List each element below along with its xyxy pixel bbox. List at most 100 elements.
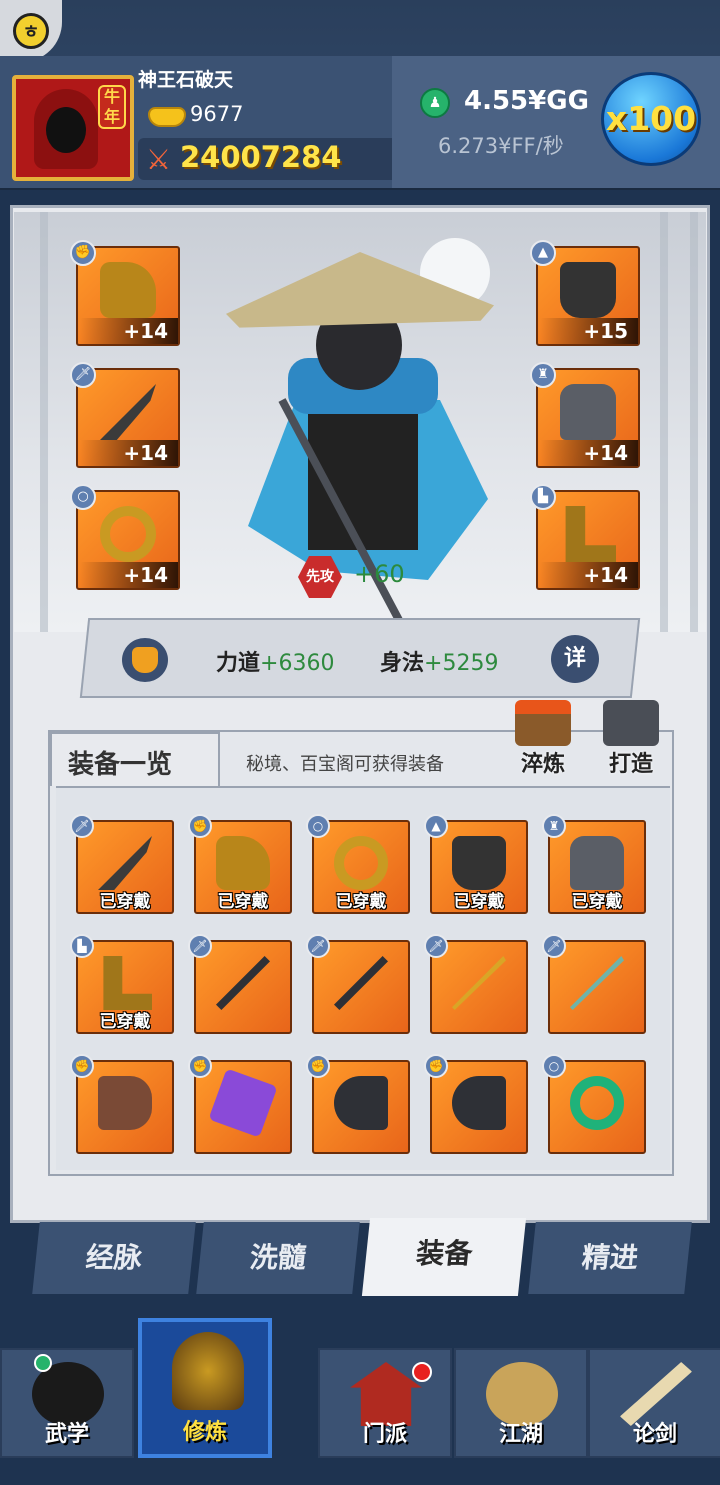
bamboo-decoration [40, 212, 48, 632]
gg-amount: 4.55¥GG [464, 86, 589, 116]
tab-marrow[interactable]: 洗髓 [196, 1222, 360, 1294]
equipment-item[interactable]: 🗡 [542, 934, 646, 1034]
notification-dot [34, 1354, 52, 1372]
gauntlet-type-icon: ✊ [70, 240, 96, 266]
tab-advance[interactable]: 精进 [528, 1222, 692, 1294]
iron-bracer-icon [334, 1076, 388, 1130]
strength-stat: 力道+6360 [216, 651, 335, 676]
sword-type-icon: 🗡 [424, 934, 448, 958]
equipment-item[interactable]: 🗡 已穿戴 [70, 814, 174, 914]
gold-ring-icon [334, 836, 388, 890]
avatar[interactable]: 牛年 [12, 75, 134, 181]
dragon-gauntlet-icon [100, 262, 156, 318]
robe-icon [122, 638, 168, 682]
nav-duel[interactable]: 论剑 [588, 1348, 720, 1458]
ff-rate: 6.273¥FF/秒 [438, 134, 564, 158]
slot-hat[interactable]: ▲ +15 [530, 240, 640, 348]
gauntlet-type-icon: ✊ [306, 1054, 330, 1078]
equipment-item[interactable]: 🗡 [306, 934, 410, 1034]
mascot-icon: ㅎ [13, 13, 49, 49]
slot-armor[interactable]: ♜ +14 [530, 362, 640, 470]
gauntlet-type-icon: ✊ [188, 1054, 212, 1078]
equipment-list-hint: 秘境、百宝阁可获得装备 [246, 754, 444, 775]
equipment-item[interactable]: ▲ 已穿戴 [424, 814, 528, 914]
power-value: 24007284 [180, 140, 342, 174]
tab-equipment[interactable]: 装备 [361, 1218, 527, 1296]
equipment-item[interactable]: ✊ [70, 1054, 174, 1154]
gold-ingot-icon [146, 101, 188, 129]
forge-button[interactable]: 打造 [596, 700, 666, 780]
gg-coin-icon: ♟ [420, 88, 450, 118]
equipment-item[interactable]: ✊ 已穿戴 [188, 814, 292, 914]
temper-button[interactable]: 淬炼 [508, 700, 578, 780]
boot-type-icon: ▙ [70, 934, 94, 958]
worn-label: 已穿戴 [571, 892, 623, 912]
initiative-badge: 先攻 +60 [298, 556, 418, 598]
ring-type-icon: ○ [70, 484, 96, 510]
sword-type-icon: 🗡 [306, 934, 330, 958]
armor-type-icon: ♜ [542, 814, 566, 838]
iron-armor-icon [570, 836, 624, 890]
iron-bracer-icon [452, 1076, 506, 1130]
hat-type-icon: ▲ [424, 814, 448, 838]
equipment-item[interactable]: ▙ 已穿戴 [70, 934, 174, 1034]
clay-bracer-icon [98, 1076, 152, 1130]
boot-type-icon: ▙ [530, 484, 556, 510]
bamboo-decoration [690, 212, 698, 632]
initiative-value: +60 [354, 560, 405, 588]
equipment-item[interactable]: ♜ 已穿戴 [542, 814, 646, 914]
gold-ring-icon [100, 506, 156, 562]
equipment-item[interactable]: ✊ [424, 1054, 528, 1154]
equipment-list-title: 装备一览 [68, 750, 173, 780]
ring-type-icon: ○ [542, 1054, 566, 1078]
slot-ring[interactable]: ○ +14 [70, 484, 180, 592]
equipment-item[interactable]: ○ [542, 1054, 646, 1154]
hero-character [218, 240, 498, 632]
anvil-hammer-icon [603, 700, 659, 746]
slot-gauntlet[interactable]: ✊ +14 [70, 240, 180, 348]
slot-weapon[interactable]: 🗡 +14 [70, 362, 180, 470]
equipment-item[interactable]: 🗡 [424, 934, 528, 1034]
equipment-item[interactable]: ✊ [188, 1054, 292, 1154]
worn-label: 已穿戴 [453, 892, 505, 912]
gold-amount: 9677 [190, 102, 244, 126]
worn-label: 已穿戴 [217, 892, 269, 912]
black-hat-icon [452, 836, 506, 890]
worn-label: 已穿戴 [99, 1012, 151, 1032]
agility-stat: 身法+5259 [380, 651, 499, 676]
iron-armor-icon [560, 384, 616, 440]
jade-ring-icon [570, 1076, 624, 1130]
bamboo-decoration [660, 212, 668, 632]
ring-type-icon: ○ [306, 814, 330, 838]
detail-button[interactable]: 详 [551, 635, 599, 683]
sword-type-icon: 🗡 [542, 934, 566, 958]
multiplier-button[interactable]: x100 [601, 72, 701, 166]
equipment-item[interactable]: ○ 已穿戴 [306, 814, 410, 914]
sword-type-icon: 🗡 [70, 362, 96, 388]
crossed-swords-icon: ⚔ [146, 143, 172, 176]
nav-martial-arts[interactable]: 武学 [0, 1348, 134, 1458]
nav-cultivation[interactable]: 修炼 [138, 1318, 272, 1458]
gauntlet-type-icon: ✊ [424, 1054, 448, 1078]
black-hat-icon [560, 262, 616, 318]
slot-boots[interactable]: ▙ +14 [530, 484, 640, 592]
armor-type-icon: ♜ [530, 362, 556, 388]
avatar-badge: 牛年 [98, 85, 126, 129]
player-name: 神王石破天 [138, 69, 234, 91]
notification-dot [412, 1362, 432, 1382]
sword-type-icon: 🗡 [188, 934, 212, 958]
meditation-icon [172, 1332, 244, 1410]
worn-label: 已穿戴 [99, 892, 151, 912]
tab-meridians[interactable]: 经脉 [32, 1222, 196, 1294]
hat-type-icon: ▲ [530, 240, 556, 266]
equipment-item[interactable]: ✊ [306, 1054, 410, 1154]
nav-jianghu[interactable]: 江湖 [454, 1348, 588, 1458]
worn-label: 已穿戴 [335, 892, 387, 912]
nav-sect[interactable]: 门派 [318, 1348, 452, 1458]
equipment-item[interactable]: 🗡 [188, 934, 292, 1034]
furnace-icon [515, 700, 571, 746]
initiative-label: 先攻 [298, 556, 342, 598]
gauntlet-type-icon: ✊ [188, 814, 212, 838]
gauntlet-type-icon: ✊ [70, 1054, 94, 1078]
sword-type-icon: 🗡 [70, 814, 94, 838]
